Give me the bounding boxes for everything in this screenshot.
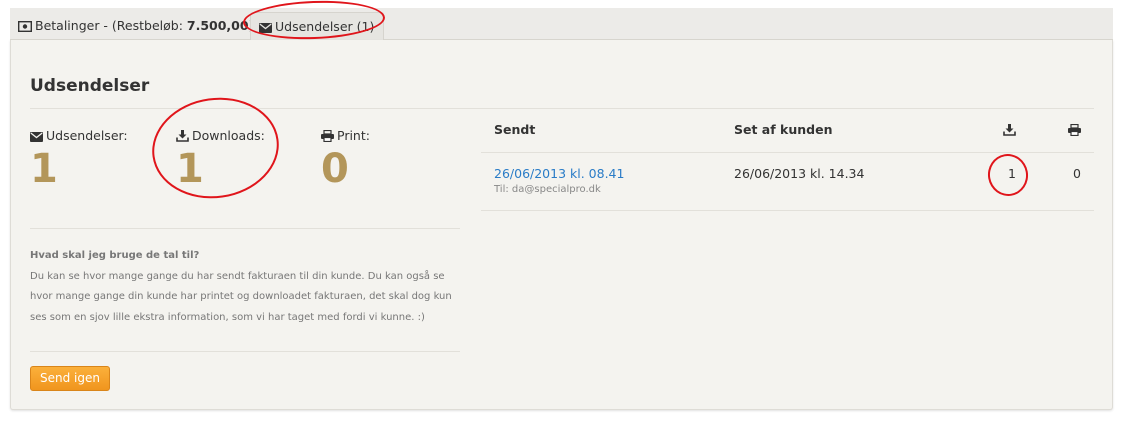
stat-print-value: 0 [321,146,349,192]
prints-count: 0 [1073,166,1081,181]
help-divider [30,351,460,352]
page-title: Udsendelser [30,76,150,96]
tab-payments-amount: 7.500,00 [186,18,249,33]
sent-date-link[interactable]: 26/06/2013 kl. 08.41 [494,166,624,181]
col-header-sent: Sendt [494,122,536,137]
sends-panel: Udsendelser Udsendelser: 1 Downloads: 1 [10,40,1113,410]
tab-payments[interactable]: Betalinger - (Restbeløb: 7.500,00) [10,12,253,41]
help-title: Hvad skal jeg bruge de tal til? [30,250,200,261]
money-icon [17,20,33,33]
stat-print-label: Print: [337,128,370,143]
stat-sends: Udsendelser: 1 [30,128,128,191]
table-row-divider [481,210,1094,211]
stats-divider [30,228,460,229]
envelope-icon [30,132,43,142]
invoice-panel: Betalinger - (Restbeløb: 7.500,00) Udsen… [10,0,1113,410]
recipient-email: Til: da@specialpro.dk [494,184,601,195]
stat-sends-label: Udsendelser: [46,128,128,143]
col-header-seen: Set af kunden [734,122,833,137]
stat-print: Print: 0 [321,128,370,191]
col-header-downloads [1003,124,1016,139]
tab-payments-prefix: Betalinger - (Restbeløb: [35,18,187,33]
stat-sends-value: 1 [30,146,58,192]
download-icon [1003,124,1016,136]
help-text: Hvad skal jeg bruge de tal til? Du kan s… [30,246,460,328]
seen-date: 26/06/2013 kl. 14.34 [734,166,865,181]
help-body: Du kan se hvor mange gange du har sendt … [30,270,452,323]
table-header-divider [481,152,1094,153]
print-icon [321,129,334,143]
tab-bar: Betalinger - (Restbeløb: 7.500,00) Udsen… [10,8,1113,41]
resend-button[interactable]: Send igen [30,366,110,391]
col-header-prints [1068,123,1081,139]
print-icon [1068,123,1081,137]
